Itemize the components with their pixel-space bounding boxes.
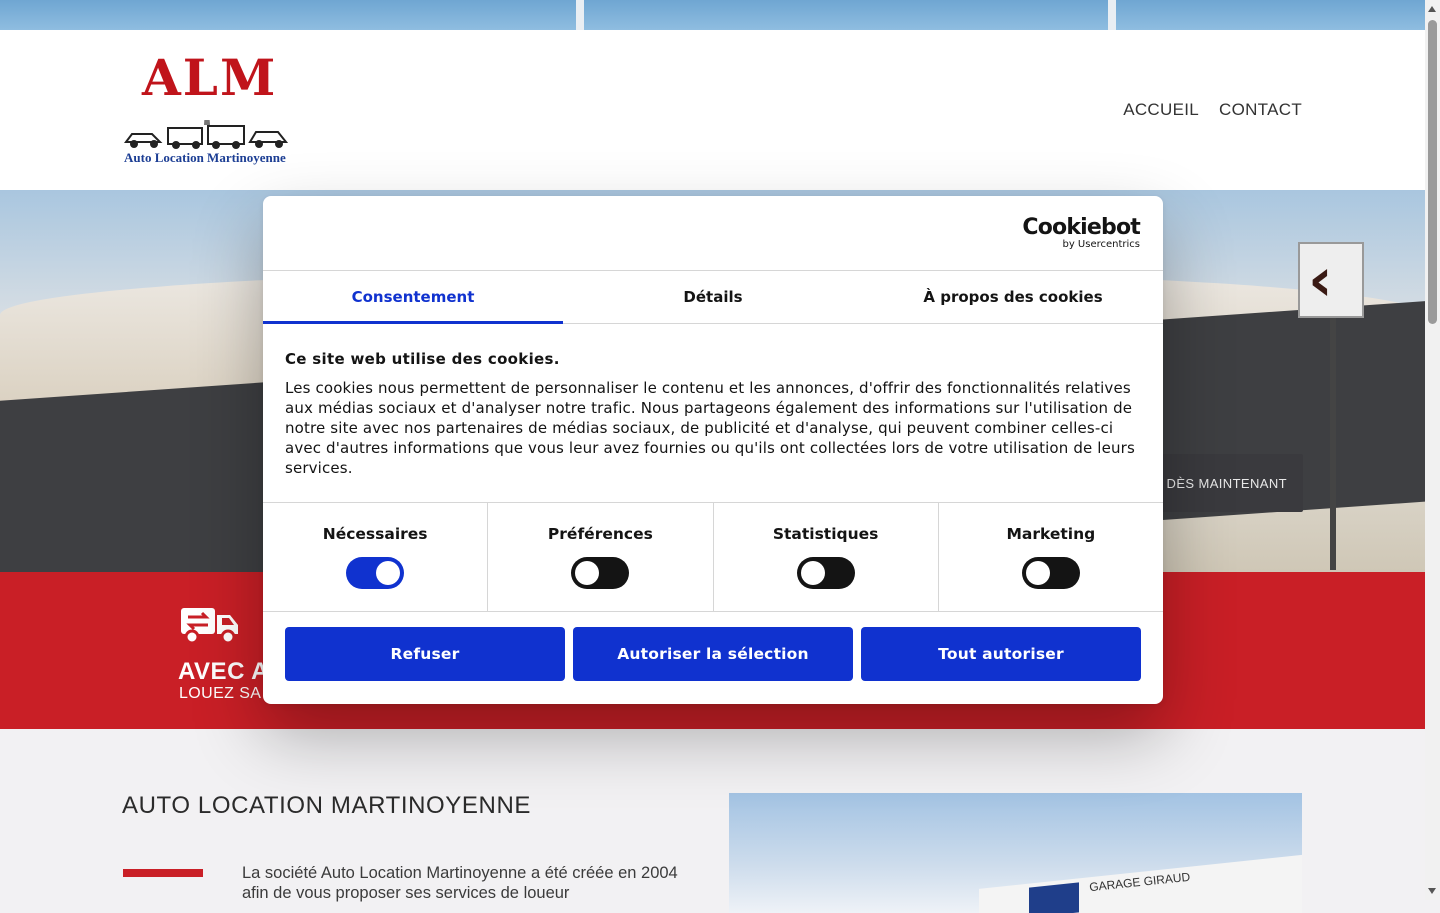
logo-vehicles-icon [124,120,289,149]
about-divider [123,869,203,877]
category-statistiques: Statistiques [714,503,939,611]
dialog-body: Ce site web utilise des cookies. Les coo… [285,350,1141,478]
garage-photo: GARAGE GIRAUD [729,793,1302,913]
band-title: AVEC A [178,658,270,685]
toggle-knob [800,561,825,585]
toggle-knob [1025,561,1050,585]
wind-turbine-mast [1108,0,1116,30]
logo-subtitle: Auto Location Martinoyenne [124,150,286,165]
toggle-knob [376,561,401,585]
category-necessaires: Nécessaires [263,503,489,611]
tab-consentement[interactable]: Consentement [263,271,563,324]
tab-about-cookies[interactable]: À propos des cookies [863,271,1163,323]
cookiebot-name: Cookiebot [1022,215,1140,240]
dialog-buttons: Refuser Autoriser la sélection Tout auto… [285,627,1141,681]
about-title: AUTO LOCATION MARTINOYENNE [122,792,531,819]
chevron-left-icon: ‹ [1308,245,1333,315]
category-label: Nécessaires [322,525,428,543]
truck-icon [181,608,238,645]
category-label: Statistiques [772,525,879,543]
toggle-knob [575,561,600,585]
dialog-header: Cookiebot by Usercentrics [263,196,1163,271]
category-preferences: Préférences [488,503,714,611]
cookie-consent-dialog: Cookiebot by Usercentrics Consentement D… [263,196,1163,704]
refuse-button[interactable]: Refuser [285,627,565,681]
scroll-up-icon[interactable] [1428,6,1436,12]
cookiebot-logo: Cookiebot by Usercentrics [1022,215,1140,251]
dialog-heading: Ce site web utilise des cookies. [285,350,560,368]
category-marketing: Marketing [939,503,1163,611]
top-banner-image [0,0,1425,30]
nav-contact[interactable]: CONTACT [1219,100,1302,120]
eu-flag [1029,882,1079,913]
band-subtitle: LOUEZ SA [179,685,262,702]
allow-all-button[interactable]: Tout autoriser [861,627,1141,681]
wind-turbine-mast [576,0,584,30]
scrollbar-thumb[interactable] [1428,20,1437,324]
allow-selection-button[interactable]: Autoriser la sélection [573,627,853,681]
toggle-marketing[interactable] [1021,557,1080,589]
road-sign: ‹ [1298,242,1364,318]
toggle-necessaires[interactable] [346,557,405,589]
dialog-tabs: Consentement Détails À propos des cookie… [263,271,1163,324]
nav-accueil[interactable]: ACCUEIL [1123,100,1199,120]
toggle-statistiques[interactable] [796,557,855,589]
cookiebot-by: by Usercentrics [1062,239,1140,250]
logo-letters: ALM [142,48,278,107]
about-text: La société Auto Location Martinoyenne a … [242,864,678,902]
scroll-down-icon[interactable] [1428,888,1436,894]
category-label: Préférences [547,525,653,543]
sign-pole [1330,310,1336,570]
toggle-preferences[interactable] [571,557,630,589]
site-header: ALM Auto Location Martinoyenne ACCUEIL C… [0,30,1425,190]
site-logo[interactable]: ALM Auto Location Martinoyenne [122,48,292,172]
cookie-categories: Nécessaires Préférences Statistiques Mar… [263,502,1163,612]
page-scrollbar[interactable] [1425,0,1440,900]
main-nav: ACCUEIL CONTACT [1123,100,1302,120]
dialog-description: Les cookies nous permettent de personnal… [285,379,1135,477]
category-label: Marketing [1006,525,1096,543]
tab-details[interactable]: Détails [563,271,863,323]
